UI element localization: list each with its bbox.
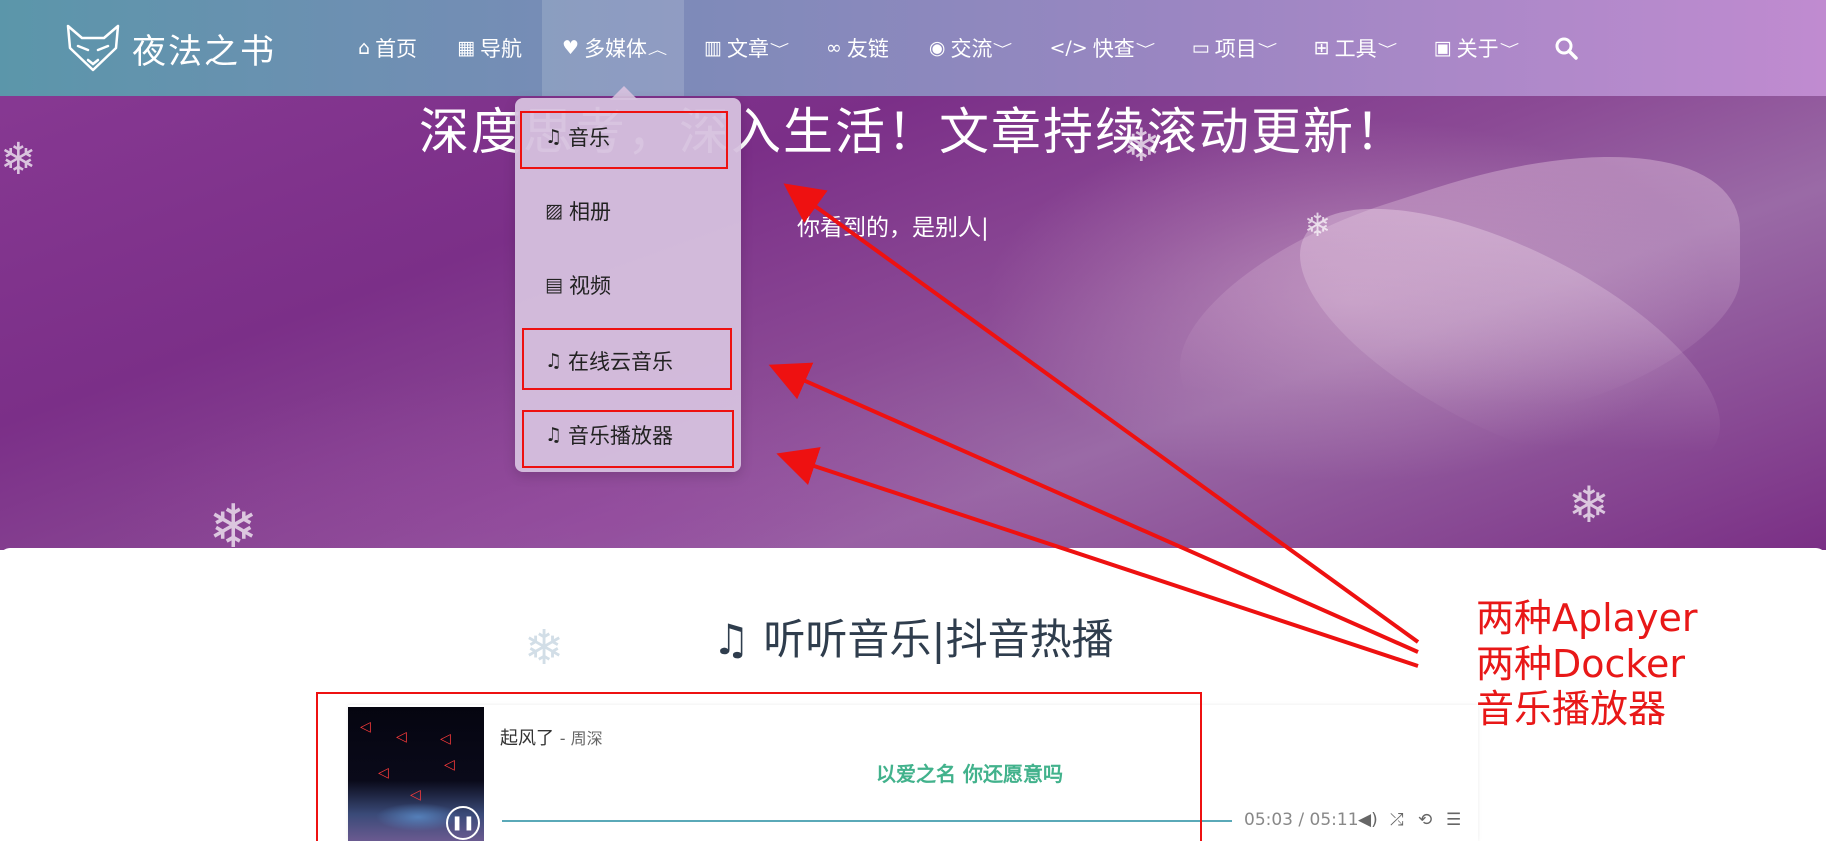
nav-item-home[interactable]: ⌂ 首页 [338,0,437,96]
nav-item-label: 导航 [480,37,523,61]
playlist-icon[interactable]: ☰ [1446,810,1461,830]
chevron-down-icon: ﹀ [769,42,790,58]
nav-item-label: 文章 [727,37,770,61]
nav-item-multimedia[interactable]: ♥ 多媒体 ︿ [542,0,685,96]
nav-item-label: 项目 [1214,37,1257,61]
highlight-box [522,328,732,390]
nav-item-tools[interactable]: ⊞ 工具 ﹀ [1294,0,1414,96]
briefcase-icon: ▦ [457,37,476,59]
chevron-down-icon: ﹀ [1499,42,1519,58]
annotation-line: 两种Aplayer [1476,596,1698,640]
top-navbar: 夜法之书 ⌂ 首页 ▦ 导航 ♥ 多媒体 ︿ ▥ 文章 ﹀ ∞ 友链 ◉ 交流 … [0,0,1826,96]
nav-item-community[interactable]: ◉ 交流 ﹀ [909,0,1030,96]
search-button[interactable] [1536,0,1596,96]
chevron-down-icon: ﹀ [993,42,1013,58]
dropdown-item-album[interactable]: ▨ 相册 [545,196,611,226]
dropdown-item-label: 视频 [568,274,611,298]
code-icon: </> [1049,37,1088,59]
snowflake-icon: ❄ [1568,476,1610,534]
chart-icon: ▥ [704,37,723,59]
nav-item-label: 多媒体 [584,37,648,61]
id-card-icon: ▣ [1433,37,1452,59]
nav-item-label: 友链 [846,37,889,61]
chevron-down-icon: ﹀ [1135,42,1156,58]
highlight-box [316,692,1202,841]
nav-item-label: 交流 [950,37,993,61]
hero-subline: 你看到的，是别人| [797,215,989,241]
search-icon [1555,37,1578,60]
film-icon: ▤ [545,274,563,296]
heart-icon: ♥ [562,37,580,59]
annotation-line: 音乐播放器 [1476,687,1667,732]
nav-item-label: 快查 [1092,37,1135,61]
nav-item-projects[interactable]: ▭ 项目 ﹀ [1172,0,1294,96]
time-display: 05:03 / 05:11 [1244,810,1359,830]
highlight-box [520,111,728,169]
nav-item-label: 首页 [375,37,418,61]
volume-icon[interactable]: ◀) [1358,810,1378,830]
nav-item-articles[interactable]: ▥ 文章 ﹀ [684,0,806,96]
laptop-icon: ▭ [1191,37,1210,59]
image-icon: ▨ [545,200,563,222]
nav-item-navigation[interactable]: ▦ 导航 [437,0,542,96]
brand-name: 夜法之书 [132,31,276,72]
home-icon: ⌂ [358,37,371,59]
nav-item-label: 关于 [1456,37,1499,61]
repeat-icon[interactable]: ⟲ [1418,810,1432,830]
nav-item-links[interactable]: ∞ 友链 [806,0,909,96]
nav-menu: ⌂ 首页 ▦ 导航 ♥ 多媒体 ︿ ▥ 文章 ﹀ ∞ 友链 ◉ 交流 ﹀ </>… [338,0,1596,96]
chevron-up-icon: ︿ [647,42,668,58]
highlight-box [522,410,734,468]
dropdown-item-label: 相册 [568,200,611,224]
chevron-down-icon: ﹀ [1257,42,1277,58]
comments-icon: ◉ [928,37,946,59]
link-icon: ∞ [826,37,842,59]
nav-item-label: 工具 [1334,37,1377,61]
annotation-text: 两种Aplayer 两种Docker 音乐播放器 [1476,596,1697,733]
fox-logo-icon [66,24,120,72]
music-icon: ♫ [712,615,751,664]
brand[interactable]: 夜法之书 [64,18,276,78]
hero-headline: 深度思考，深入生活！文章持续滚动更新！ [419,103,1407,161]
nav-item-about[interactable]: ▣ 关于 ﹀ [1414,0,1536,96]
chevron-down-icon: ﹀ [1377,42,1397,58]
dropdown-item-video[interactable]: ▤ 视频 [545,270,611,300]
nav-item-quicksearch[interactable]: </> 快查 ﹀ [1029,0,1171,96]
toolbox-icon: ⊞ [1313,37,1330,59]
snowflake-icon: ❄ [1304,206,1331,244]
section-title-text: 听听音乐|抖音热播 [763,615,1114,664]
shuffle-icon[interactable]: ⤮ [1390,810,1404,830]
annotation-line: 两种Docker [1476,641,1686,686]
